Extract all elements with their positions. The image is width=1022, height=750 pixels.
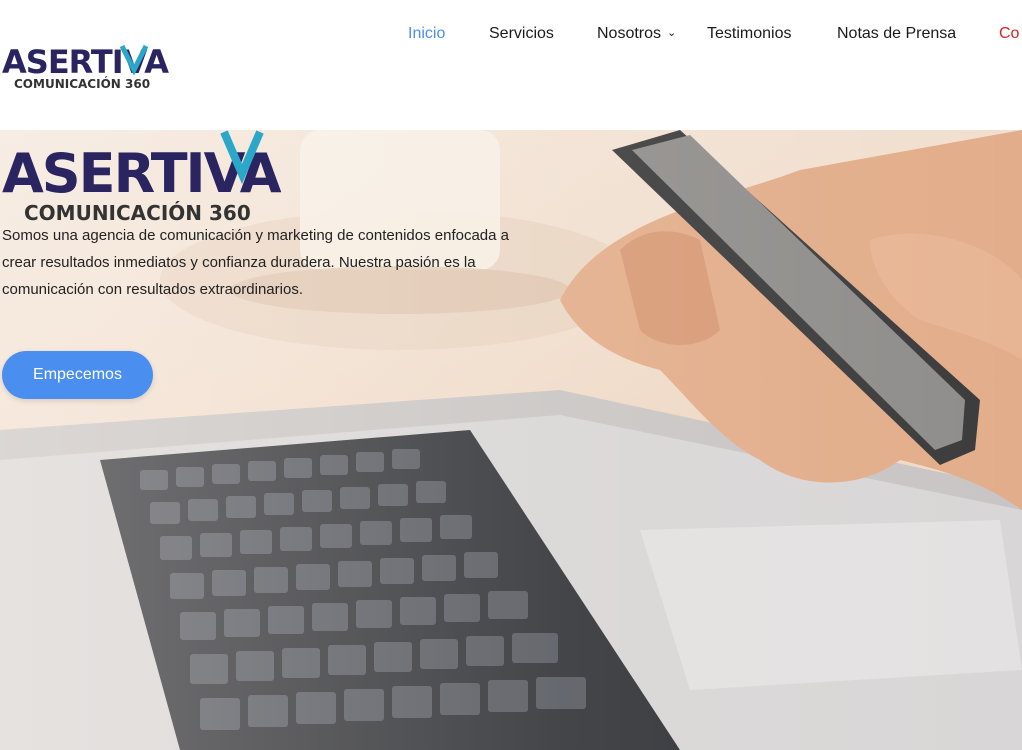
logo-sub-text: COMUNICACIÓN 360 [14,76,150,91]
chevron-down-icon: ⌄ [667,27,677,39]
nav-item-contacto[interactable]: Co [999,25,1019,43]
hero-description: Somos una agencia de comunicación y mark… [2,227,509,298]
main-nav: Inicio Servicios Nosotros ⌄ Testimonios N… [0,0,1022,70]
hero-section: ASERTIVA COMUNICACIÓN 360 Somos una agen… [0,130,1022,750]
site-header: ASERTIVA COMUNICACIÓN 360 Inicio Servici… [0,0,1022,130]
nav-item-inicio[interactable]: Inicio [408,25,445,43]
nav-item-nosotros-label: Nosotros [597,25,662,42]
nav-item-servicios[interactable]: Servicios [489,25,554,43]
nav-item-nosotros[interactable]: Nosotros ⌄ [597,25,676,43]
nav-item-testimonios[interactable]: Testimonios [707,25,791,43]
empecemos-button[interactable]: Empecemos [2,351,153,399]
asertiva-logo-large: ASERTIVA COMUNICACIÓN 360 [2,130,284,225]
nav-item-notas-de-prensa[interactable]: Notas de Prensa [837,25,956,43]
